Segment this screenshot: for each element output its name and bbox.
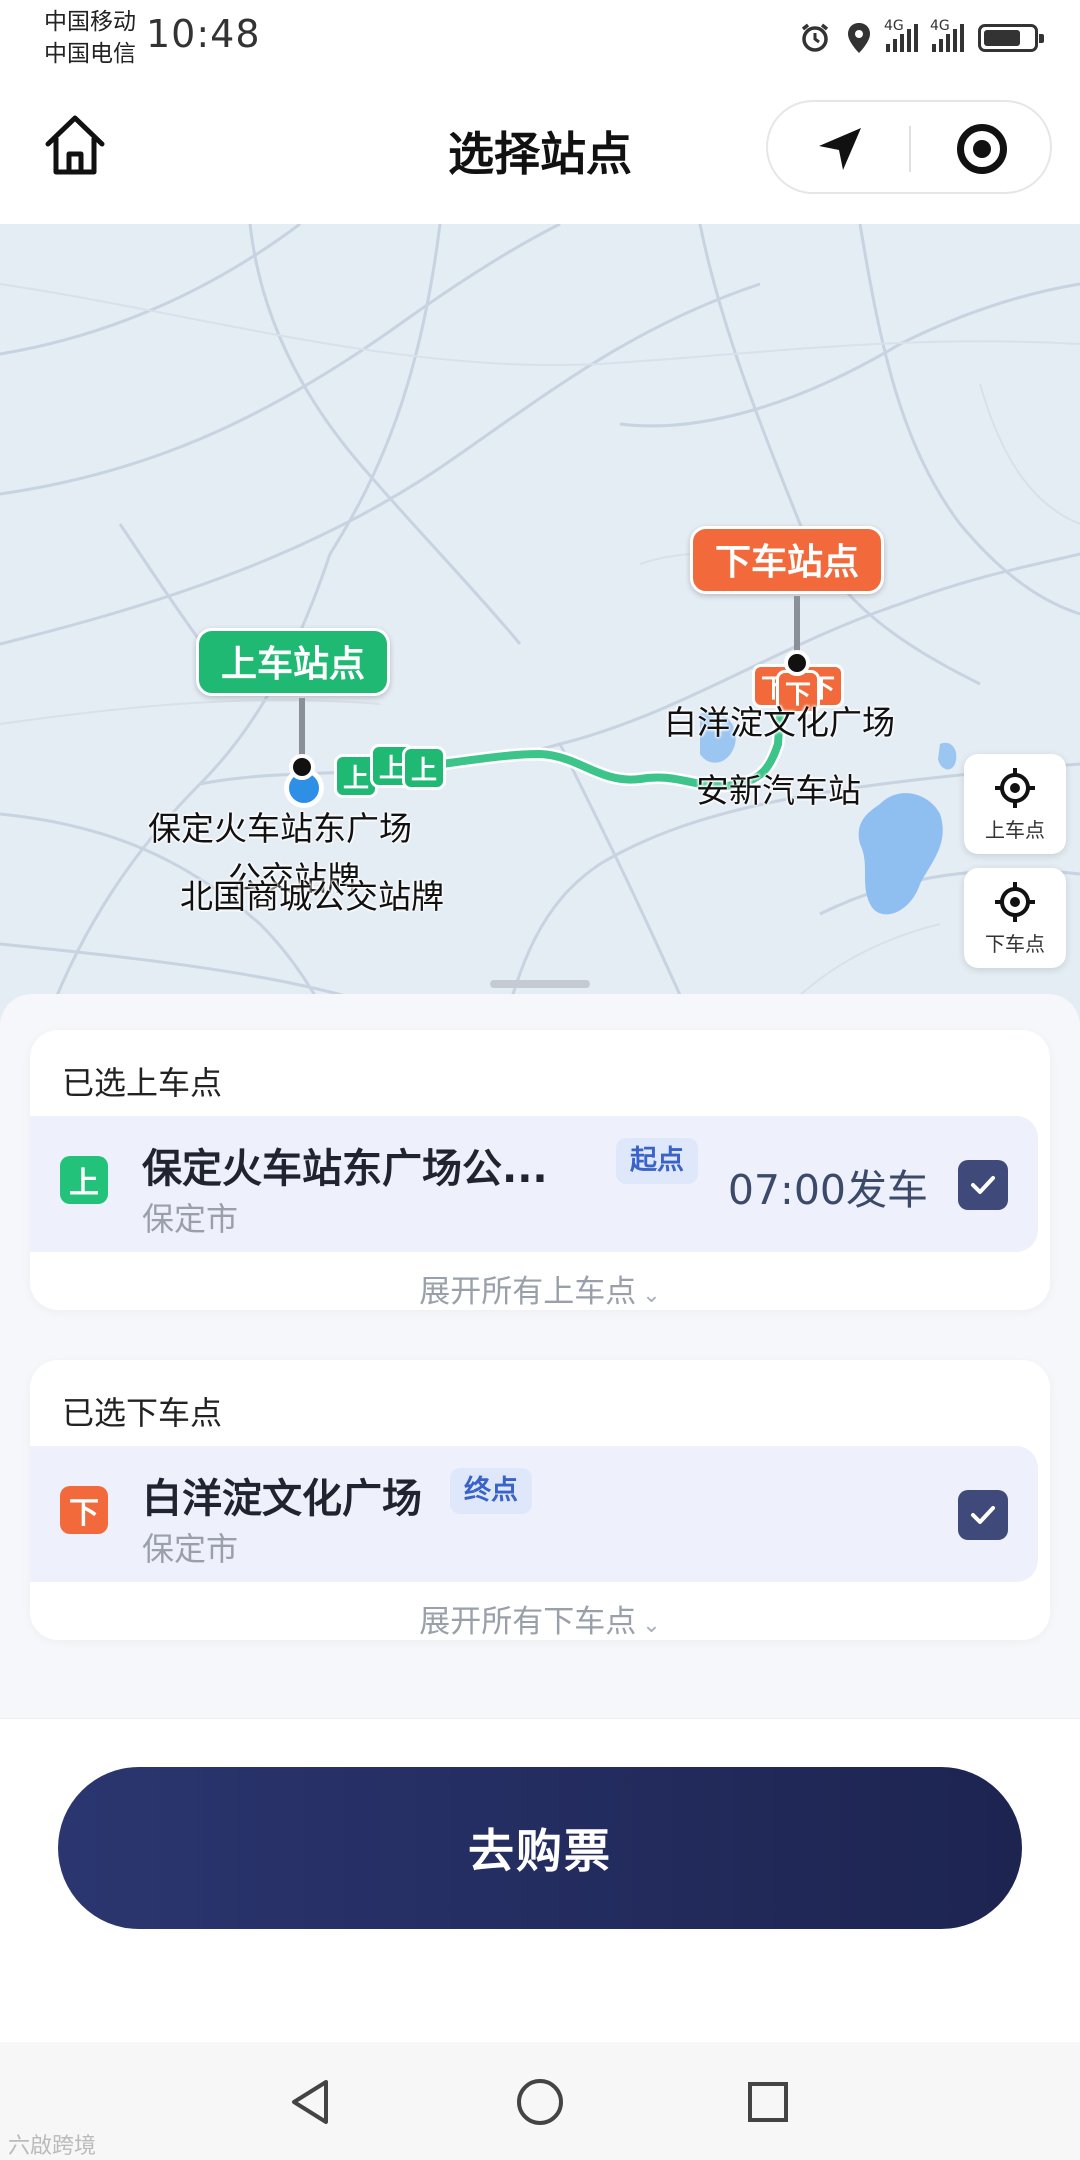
expand-dropoff-label: 展开所有下车点 <box>419 1604 637 1640</box>
dropoff-card-title: 已选下车点 <box>62 1394 223 1432</box>
system-nav-bar <box>0 2042 1080 2160</box>
crosshair-icon <box>995 767 1035 808</box>
pickup-stop-name: 保定火车站东广场公... <box>142 1146 548 1192</box>
dropoff-bubble[interactable]: 下车站点 <box>690 526 885 594</box>
recents-square-icon <box>748 2082 788 2122</box>
pickup-stop-row[interactable]: 上 保定火车站东广场公... 起点 保定市 07:00发车 <box>30 1116 1038 1252</box>
app-header: 选择站点 <box>0 78 1080 224</box>
dropoff-checkbox[interactable] <box>958 1490 1008 1540</box>
status-bar: 中国移动 中国电信 10:48 4G 4G <box>0 0 1080 78</box>
dropoff-badge: 下 <box>60 1486 108 1534</box>
carrier-1: 中国移动 <box>44 9 136 35</box>
close-mini-program-button[interactable] <box>922 114 1042 184</box>
nav-back-button[interactable] <box>280 2072 340 2132</box>
expand-pickup-label: 展开所有上车点 <box>419 1274 637 1310</box>
navigate-button[interactable] <box>780 114 900 184</box>
status-time: 10:48 <box>146 12 261 56</box>
pickup-checkbox[interactable] <box>958 1160 1008 1210</box>
target-icon <box>957 124 1007 174</box>
crosshair-icon <box>995 881 1035 922</box>
expand-dropoff-stops[interactable]: 展开所有下车点 ⌄ <box>30 1596 1050 1641</box>
watermark: 六啟跨境 <box>8 2134 97 2159</box>
locate-dropoff-label: 下车点 <box>985 931 1045 956</box>
locate-dropoff-button[interactable]: 下车点 <box>964 868 1066 968</box>
mini-program-capsule <box>766 100 1052 194</box>
dropoff-stop-row[interactable]: 下 白洋淀文化广场 终点 保定市 <box>30 1446 1038 1582</box>
pickup-pin <box>289 754 315 780</box>
signal-icon: 4G <box>930 18 964 52</box>
pickup-bubble[interactable]: 上车站点 <box>196 628 391 696</box>
checkmark-icon <box>971 1506 995 1524</box>
end-tag: 终点 <box>450 1468 532 1514</box>
pickup-marker[interactable]: 上 <box>402 746 446 790</box>
battery-icon <box>978 24 1044 52</box>
dropoff-pin <box>784 650 810 676</box>
checkmark-icon <box>971 1176 995 1194</box>
map-roads <box>0 224 1080 1040</box>
pickup-card: 已选上车点 上 保定火车站东广场公... 起点 保定市 07:00发车 展开所有… <box>30 1030 1050 1310</box>
dropoff-stop-city: 保定市 <box>142 1530 239 1568</box>
alarm-icon <box>801 23 829 52</box>
map-label-dropoff-station: 白洋淀文化广场 <box>664 703 895 742</box>
network-type-1: 4G <box>884 18 904 34</box>
dropoff-card: 已选下车点 下 白洋淀文化广场 终点 保定市 展开所有下车点 ⌄ <box>30 1360 1050 1640</box>
dropoff-stem <box>794 596 800 656</box>
buy-ticket-button[interactable]: 去购票 <box>58 1767 1022 1929</box>
departure-time: 07:00发车 <box>727 1166 928 1214</box>
locate-pickup-button[interactable]: 上车点 <box>964 754 1066 854</box>
screen: 中国移动 中国电信 10:48 4G 4G 选择站点 上车站点 上 上 上 保定… <box>0 0 1080 2160</box>
signal-icon: 4G <box>884 18 918 52</box>
expand-pickup-stops[interactable]: 展开所有上车点 ⌄ <box>30 1266 1050 1311</box>
route-map[interactable]: 上车站点 上 上 上 保定火车站东广场 公交站牌 北国商城公交站牌 下车站点 下… <box>0 224 1080 1040</box>
navigation-arrow-icon <box>819 128 861 170</box>
pickup-stop-city: 保定市 <box>142 1200 239 1238</box>
map-label-pickup-station: 保定火车站东广场 <box>148 809 412 848</box>
location-icon <box>848 23 870 53</box>
chevron-down-icon: ⌄ <box>642 1283 661 1308</box>
carrier-2: 中国电信 <box>44 41 136 67</box>
carrier-info: 中国移动 中国电信 <box>44 6 136 70</box>
capsule-divider <box>909 126 911 172</box>
chevron-down-icon: ⌄ <box>642 1613 661 1638</box>
start-tag: 起点 <box>616 1138 698 1184</box>
nav-home-button[interactable] <box>510 2072 570 2132</box>
home-circle-icon <box>517 2079 563 2125</box>
back-triangle-icon <box>292 2080 328 2124</box>
map-label-nearby-station: 北国商城公交站牌 <box>180 877 444 916</box>
status-icons: 4G 4G <box>798 16 1044 60</box>
locate-pickup-label: 上车点 <box>985 817 1045 842</box>
pickup-card-title: 已选上车点 <box>62 1064 223 1102</box>
action-bar: 去购票 <box>0 1718 1080 2042</box>
sheet-drag-handle[interactable] <box>490 980 590 988</box>
station-sheet: 已选上车点 上 保定火车站东广场公... 起点 保定市 07:00发车 展开所有… <box>0 980 1080 1724</box>
map-label-transit-station: 安新汽车站 <box>696 771 861 810</box>
nav-recents-button[interactable] <box>738 2072 798 2132</box>
network-type-2: 4G <box>930 18 950 34</box>
pickup-badge: 上 <box>60 1156 108 1204</box>
dropoff-stop-name: 白洋淀文化广场 <box>142 1476 422 1522</box>
